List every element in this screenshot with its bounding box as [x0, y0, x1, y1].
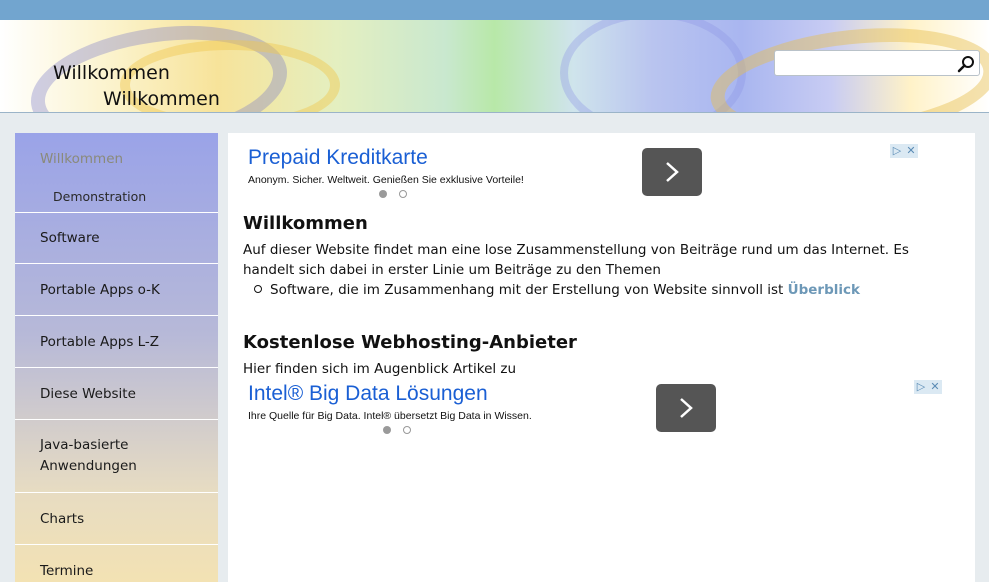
- chevron-right-icon: [666, 162, 679, 182]
- sidebar-item-label: Charts: [40, 510, 85, 527]
- bullet-icon: [254, 285, 262, 293]
- sidebar-item-portable-apps-l-z[interactable]: Portable Apps L-Z: [15, 316, 218, 368]
- ad-title[interactable]: Intel® Big Data Lösungen: [248, 382, 488, 406]
- site-header: Willkommen Willkommen: [0, 20, 989, 113]
- ad-next-button[interactable]: [642, 148, 702, 196]
- ad-title[interactable]: Prepaid Kreditkarte: [248, 146, 428, 170]
- adchoices-icon[interactable]: ▷ ✕: [890, 144, 918, 158]
- ad-pagination: [379, 190, 419, 202]
- sidebar-item-java-anwendungen[interactable]: Java-basierte Anwendungen: [15, 420, 218, 493]
- heading-willkommen: Willkommen: [243, 213, 368, 234]
- sidebar-item-portable-apps-o-k[interactable]: Portable Apps o-K: [15, 264, 218, 316]
- sidebar-subitem-demonstration[interactable]: Demonstration: [53, 189, 146, 204]
- sidebar-item-label: Diese Website: [40, 385, 136, 402]
- ad-dot[interactable]: [403, 426, 411, 434]
- sidebar-item-software[interactable]: Software: [15, 212, 218, 264]
- ad-text: Anonym. Sicher. Weltweit. Genießen Sie e…: [248, 174, 524, 186]
- ad-dot[interactable]: [383, 426, 391, 434]
- ueberblick-link[interactable]: Überblick: [788, 282, 860, 298]
- sidebar-item-label: Willkommen: [40, 151, 124, 167]
- top-bar: [0, 0, 989, 20]
- chevron-right-icon: [680, 398, 693, 418]
- ad-banner[interactable]: Prepaid Kreditkarte Anonym. Sicher. Welt…: [248, 144, 948, 208]
- webhosting-paragraph: Hier finden sich im Augenblick Artikel z…: [243, 361, 517, 377]
- sidebar-item-label: Portable Apps L-Z: [40, 333, 160, 350]
- list-item: Software, die im Zusammenhang mit der Er…: [254, 282, 860, 298]
- adchoices-icon[interactable]: ▷ ✕: [914, 380, 942, 394]
- search-input[interactable]: [779, 54, 955, 74]
- sidebar-item-label: Termine: [40, 563, 94, 579]
- main-content: Prepaid Kreditkarte Anonym. Sicher. Welt…: [228, 133, 975, 582]
- ad-dot[interactable]: [399, 190, 407, 198]
- intro-paragraph: Auf dieser Website findet man eine lose …: [243, 242, 909, 278]
- sidebar-item-charts[interactable]: Charts: [15, 493, 218, 545]
- list-item-text: Software, die im Zusammenhang mit der Er…: [270, 282, 784, 298]
- site-logo-line1[interactable]: Willkommen: [53, 62, 170, 84]
- sidebar-item-termine[interactable]: Termine: [15, 545, 218, 582]
- ad-banner[interactable]: Intel® Big Data Lösungen Ihre Quelle für…: [248, 380, 948, 444]
- ad-next-button[interactable]: [656, 384, 716, 432]
- site-logo-line2[interactable]: Willkommen: [103, 88, 220, 110]
- ad-pagination: [383, 426, 423, 438]
- ad-dot[interactable]: [379, 190, 387, 198]
- sidebar-item-diese-website[interactable]: Diese Website: [15, 368, 218, 420]
- search-box: [774, 50, 980, 76]
- search-icon[interactable]: [956, 54, 976, 74]
- sidebar-item-label: Portable Apps o-K: [40, 281, 160, 298]
- sidebar-item-label: Java-basierte Anwendungen: [40, 437, 137, 474]
- sidebar-item-label: Software: [40, 230, 100, 246]
- ad-text: Ihre Quelle für Big Data. Intel® überset…: [248, 410, 532, 422]
- sidebar-nav: Willkommen Demonstration Software Portab…: [15, 133, 218, 582]
- heading-webhosting: Kostenlose Webhosting-Anbieter: [243, 332, 577, 353]
